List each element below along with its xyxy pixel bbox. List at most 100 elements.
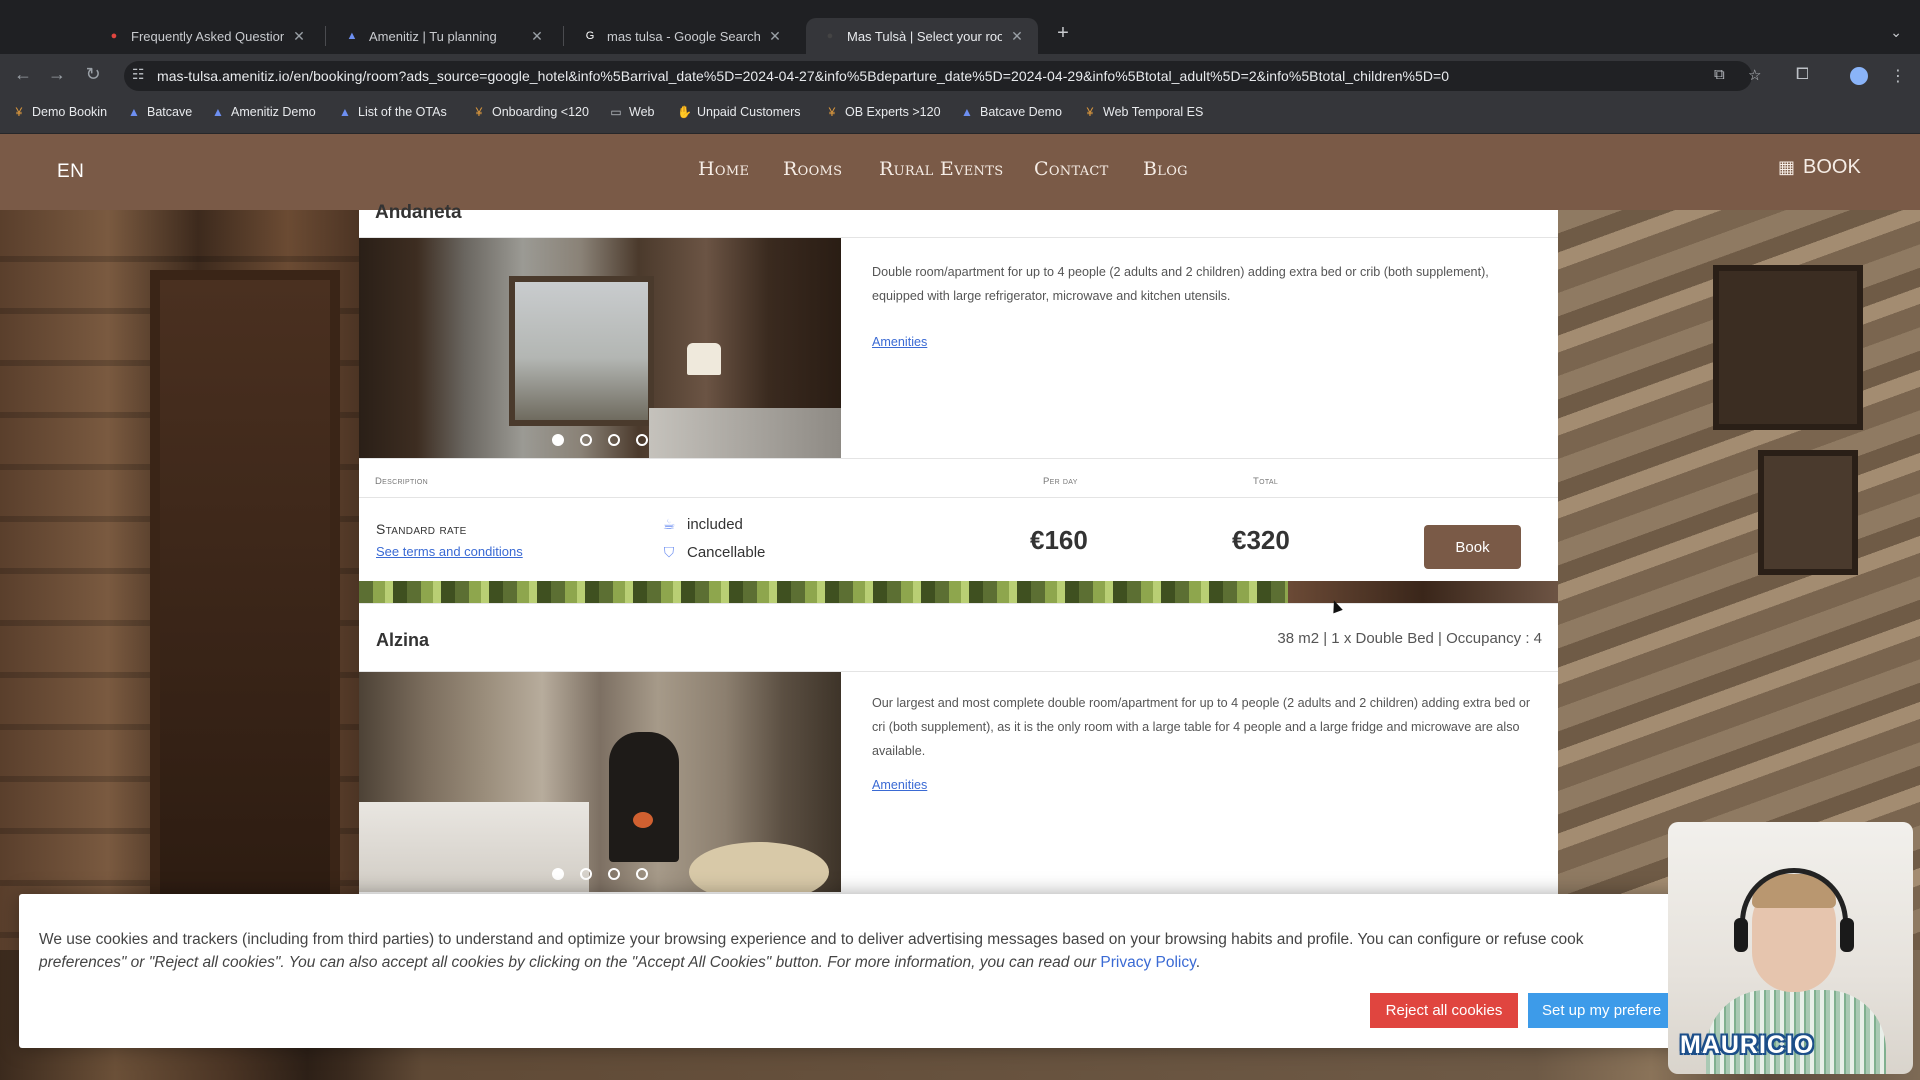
cookie-text-line2: preferences" or "Reject all cookies". Yo…: [39, 954, 1097, 971]
star-icon[interactable]: ☆: [1748, 66, 1761, 84]
github-icon: ¥: [828, 105, 836, 119]
rates-header-total: Total: [1253, 476, 1279, 487]
cookie-text: We use cookies and trackers (including f…: [39, 931, 1584, 971]
room-description: Double room/apartment for up to 4 people…: [872, 265, 1489, 303]
divider: [359, 458, 1558, 459]
header-book-label: BOOK: [1803, 156, 1861, 178]
cookie-banner: We use cookies and trackers (including f…: [19, 894, 1688, 1048]
reload-icon[interactable]: ↻: [80, 64, 106, 85]
carousel-dot[interactable]: [552, 434, 564, 446]
amenities-link[interactable]: Amenities: [872, 778, 927, 792]
amenitiz-icon: ▲: [128, 105, 140, 119]
browser-tabstrip: ● Frequently Asked Questions ✕ ▲ Ameniti…: [0, 0, 1920, 62]
carousel-dot[interactable]: [552, 868, 564, 880]
room-title: Andaneta: [375, 202, 462, 223]
bookmark-label: Web: [629, 105, 655, 119]
bookmark-list-otas[interactable]: ▲ List of the OTAs: [338, 105, 447, 119]
room-photo[interactable]: [359, 672, 841, 892]
room-card-andaneta: Andaneta Double room/apartment for up to…: [359, 202, 1558, 514]
background-photo-strip: [359, 581, 1558, 603]
close-tab-icon[interactable]: ✕: [290, 28, 308, 45]
carousel-dot[interactable]: [636, 434, 648, 446]
rate-name: Standard rate: [376, 521, 467, 537]
tab-amenitiz-planning[interactable]: ▲ Amenitiz | Tu planning ✕: [328, 18, 558, 54]
language-selector[interactable]: EN: [57, 161, 84, 183]
tab-faq[interactable]: ● Frequently Asked Questions ✕: [90, 18, 320, 54]
bookmark-label: OB Experts >120: [845, 105, 941, 119]
terms-link[interactable]: See terms and conditions: [376, 544, 523, 559]
bookmark-web-temporal[interactable]: ¥ Web Temporal ES: [1083, 105, 1204, 119]
nav-rooms[interactable]: Rooms: [783, 158, 842, 180]
site-icon: ●: [826, 30, 834, 42]
webcam-name-label: MAURICIO: [1680, 1031, 1815, 1059]
shield-icon: ⛉: [663, 544, 675, 560]
carousel-dot[interactable]: [580, 434, 592, 446]
nav-home[interactable]: Home: [698, 158, 749, 180]
bookmark-label: Amenitiz Demo: [231, 105, 316, 119]
hand-icon: ✋: [677, 105, 692, 119]
cookie-text-line1: We use cookies and trackers (including f…: [39, 931, 1584, 948]
bookmark-label: Web Temporal ES: [1103, 105, 1204, 119]
back-arrow-icon[interactable]: ←: [10, 64, 36, 85]
tab-google-search[interactable]: G mas tulsa - Google Search ✕: [566, 18, 796, 54]
nav-rural-events[interactable]: Rural Events: [879, 158, 1003, 180]
close-tab-icon[interactable]: ✕: [528, 28, 546, 45]
bookmark-ob-experts[interactable]: ¥ OB Experts >120: [825, 105, 941, 119]
rates-header-per-day: Per day: [1043, 476, 1078, 487]
amenities-link[interactable]: Amenities: [872, 335, 927, 349]
amenitiz-icon: ▲: [346, 30, 358, 42]
carousel-dot[interactable]: [608, 434, 620, 446]
price-per-day: €160: [1030, 525, 1088, 555]
reject-all-cookies-button[interactable]: Reject all cookies: [1370, 993, 1518, 1028]
github-icon: ¥: [1086, 105, 1094, 119]
bookmark-batcave[interactable]: ▲ Batcave: [127, 105, 192, 119]
tab-title: Amenitiz | Tu planning: [369, 28, 497, 44]
privacy-policy-link[interactable]: Privacy Policy: [1100, 954, 1195, 971]
bookmark-batcave-demo[interactable]: ▲ Batcave Demo: [960, 105, 1062, 119]
tab-title: Frequently Asked Questions: [131, 28, 284, 44]
feature-cancellable: ⛉ Cancellable: [661, 544, 766, 561]
feature-label: included: [687, 516, 743, 533]
new-tab-button[interactable]: +: [1049, 22, 1077, 45]
forward-arrow-icon[interactable]: →: [44, 64, 70, 85]
github-icon: ¥: [475, 105, 483, 119]
set-up-preferences-button[interactable]: Set up my prefere: [1528, 993, 1688, 1028]
divider: [359, 497, 1558, 498]
carousel-dot[interactable]: [608, 868, 620, 880]
header-book-button[interactable]: ▦ BOOK: [1778, 156, 1861, 179]
translate-icon[interactable]: ⧉: [1714, 66, 1725, 83]
site-info-icon[interactable]: ☷: [132, 66, 145, 83]
chevron-down-icon[interactable]: ⌄: [1890, 24, 1902, 41]
tab-title: Mas Tulsà | Select your room: [847, 28, 1002, 44]
bookmark-label: Unpaid Customers: [697, 105, 801, 119]
extensions-icon[interactable]: ⧠: [1796, 66, 1809, 84]
breakfast-icon: ☕: [662, 516, 676, 532]
background-photo-left: [0, 210, 360, 970]
google-icon: G: [585, 30, 595, 42]
close-tab-icon[interactable]: ✕: [766, 28, 784, 45]
amenitiz-icon: ▲: [961, 105, 973, 119]
room-title: Alzina: [376, 630, 430, 650]
tab-title: mas tulsa - Google Search: [607, 28, 760, 44]
carousel-dots: [359, 434, 841, 446]
carousel-dot[interactable]: [636, 868, 648, 880]
profile-avatar[interactable]: [1848, 65, 1870, 87]
bookmark-onboarding[interactable]: ¥ Onboarding <120: [472, 105, 589, 119]
url-text[interactable]: mas-tulsa.amenitiz.io/en/booking/room?ad…: [157, 68, 1449, 84]
close-tab-icon[interactable]: ✕: [1008, 28, 1026, 45]
bookmark-demo-bookin[interactable]: ¥ Demo Bookin: [12, 105, 107, 119]
feature-included: ☕ included: [661, 516, 743, 533]
nav-blog[interactable]: Blog: [1143, 158, 1188, 180]
bookmark-unpaid-customers[interactable]: ✋ Unpaid Customers: [677, 105, 801, 119]
bookmark-amenitiz-demo[interactable]: ▲ Amenitiz Demo: [211, 105, 316, 119]
tab-select-room[interactable]: ● Mas Tulsà | Select your room ✕: [806, 18, 1038, 54]
book-button[interactable]: Book: [1424, 525, 1521, 569]
bookmark-web[interactable]: ▭ Web: [609, 105, 654, 119]
menu-dots-icon[interactable]: ⋮: [1890, 66, 1906, 86]
site-header: EN Home Rooms Rural Events Contact Blog …: [0, 134, 1920, 210]
price-total: €320: [1232, 525, 1290, 555]
nav-contact[interactable]: Contact: [1034, 158, 1109, 180]
room-photo[interactable]: [359, 238, 841, 458]
carousel-dot[interactable]: [580, 868, 592, 880]
rates-header-description: Description: [375, 476, 428, 487]
